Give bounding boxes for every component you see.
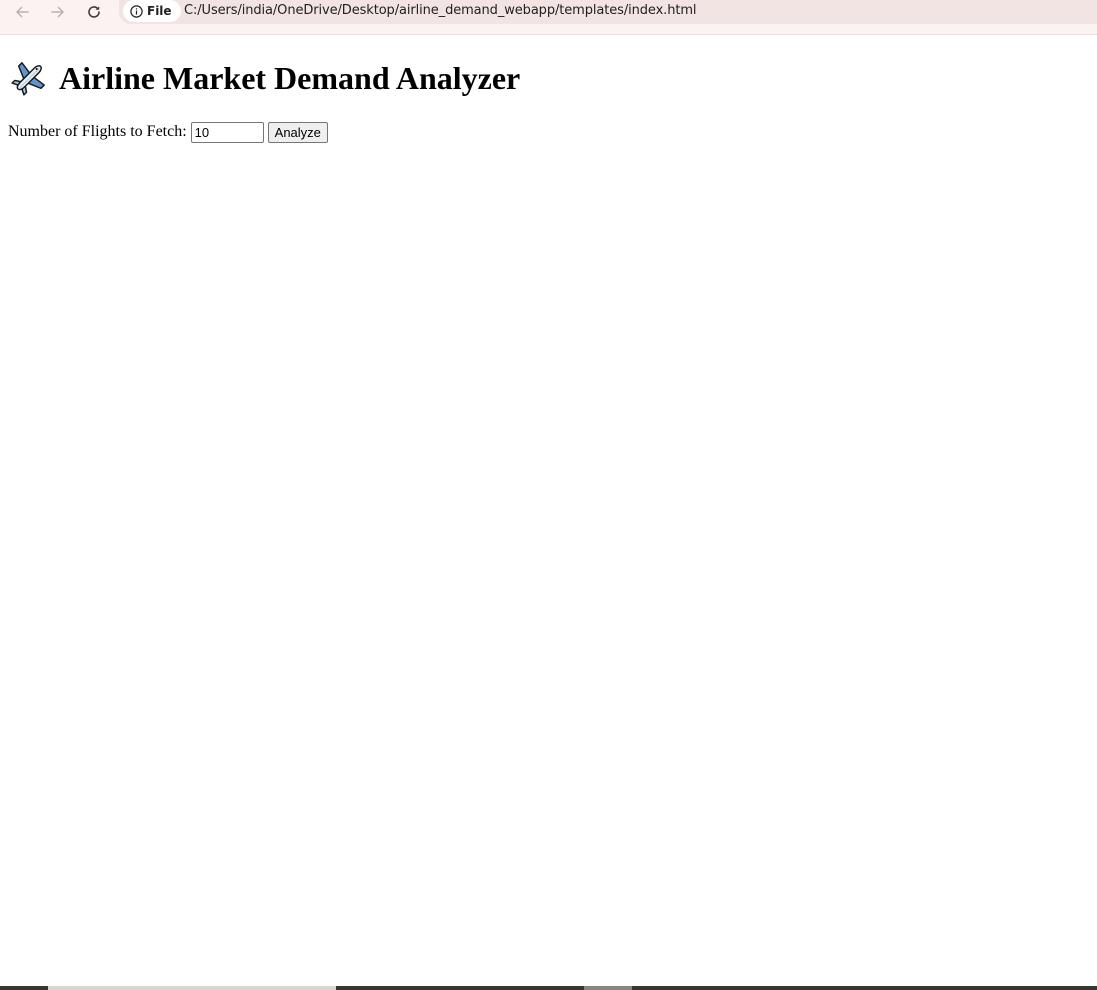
browser-toolbar: File C:/Users/india/OneDrive/Desktop/air… (0, 0, 1097, 35)
taskbar-edge (0, 986, 1097, 990)
forward-button[interactable] (43, 0, 73, 24)
address-bar[interactable]: File C:/Users/india/OneDrive/Desktop/air… (119, 0, 1097, 24)
back-button[interactable] (7, 0, 37, 24)
page-heading: Airline Market Demand Analyzer (10, 59, 520, 97)
info-circle-icon (130, 4, 143, 18)
url-text[interactable]: C:/Users/india/OneDrive/Desktop/airline_… (184, 3, 697, 18)
chip-label: File (147, 4, 172, 18)
page-title: Airline Market Demand Analyzer (59, 60, 521, 96)
reload-icon (88, 6, 100, 18)
flights-label: Number of Flights to Fetch: (8, 123, 187, 140)
taskbar-highlight (584, 986, 632, 990)
analyze-button[interactable]: Analyze (267, 121, 328, 143)
site-info-chip[interactable]: File (123, 0, 181, 22)
taskbar-highlight (48, 986, 336, 990)
airplane-icon (11, 61, 45, 96)
flights-count-input[interactable] (190, 121, 264, 143)
fetch-form: Number of Flights to Fetch: Analyze (8, 121, 328, 143)
page-content: Airline Market Demand Analyzer Number of… (0, 35, 1097, 986)
reload-button[interactable] (79, 0, 109, 24)
arrow-left-icon (16, 6, 29, 18)
arrow-right-icon (51, 6, 64, 18)
